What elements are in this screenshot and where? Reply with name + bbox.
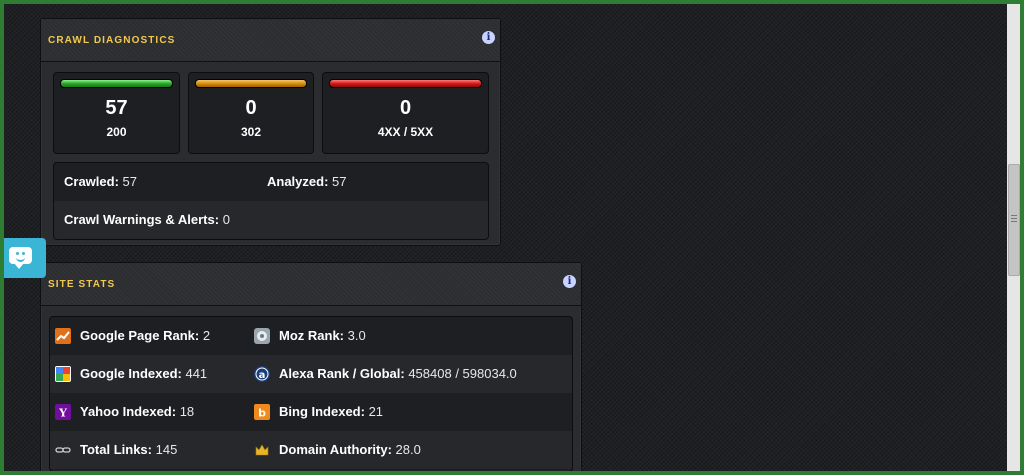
total-links-stat: Total Links: 145 xyxy=(80,431,177,469)
bing-icon: b xyxy=(254,404,270,420)
site-stats-row: Google Page Rank: 2 Moz Rank: 3.0 xyxy=(50,317,572,355)
chat-eye xyxy=(16,252,19,255)
stat-label: Moz Rank: xyxy=(279,328,344,343)
stat-value: 18 xyxy=(179,404,195,419)
grip-line xyxy=(1011,221,1017,222)
analyzed-value: 57 xyxy=(332,174,347,189)
stat-value: 28.0 xyxy=(395,442,421,457)
stat-label: Google Indexed: xyxy=(80,366,182,381)
status-bar-orange xyxy=(195,79,307,88)
stat-label: Total Links: xyxy=(80,442,152,457)
analyzed-label: Analyzed: xyxy=(267,174,329,189)
crawl-diagnostics-header: CRAWL DIAGNOSTICS i xyxy=(41,19,500,62)
status-count: 0 xyxy=(399,97,412,119)
yahoo-icon: Y xyxy=(55,404,71,420)
google-indexed-stat: Google Indexed: 441 xyxy=(80,355,207,393)
status-bar-red xyxy=(329,79,482,88)
google-page-rank-stat: Google Page Rank: 2 xyxy=(80,317,210,355)
moz-icon xyxy=(254,328,270,344)
stat-value: 3.0 xyxy=(347,328,366,343)
crawl-summary-row: Crawled: 57 Analyzed: 57 xyxy=(54,163,488,201)
chat-widget-button[interactable] xyxy=(4,238,46,278)
scrollbar-thumb[interactable] xyxy=(1008,164,1020,276)
crawl-summary-row: Crawl Warnings & Alerts: 0 xyxy=(54,201,488,239)
status-bar-green xyxy=(60,79,173,88)
crawled-value: 57 xyxy=(122,174,137,189)
vertical-scrollbar[interactable] xyxy=(1007,4,1020,471)
svg-text:Y: Y xyxy=(58,407,67,420)
chat-eye xyxy=(22,252,25,255)
crawl-summary-box: Crawled: 57 Analyzed: 57 Crawl Warnings … xyxy=(53,162,489,240)
chart-trend-icon xyxy=(55,328,71,344)
grip-line xyxy=(1011,215,1017,216)
chat-smile xyxy=(16,256,25,262)
status-label: 4XX / 5XX xyxy=(377,125,434,139)
status-card-302: 0 302 xyxy=(188,72,314,154)
stat-label: Domain Authority: xyxy=(279,442,392,457)
svg-text:b: b xyxy=(258,407,266,420)
crown-icon xyxy=(254,442,270,458)
stat-label: Google Page Rank: xyxy=(80,328,200,343)
status-count: 0 xyxy=(245,97,257,119)
site-stats-box: Google Page Rank: 2 Moz Rank: 3.0 Google… xyxy=(49,316,573,471)
crawl-diagnostics-title: CRAWL DIAGNOSTICS xyxy=(48,35,176,46)
site-stats-row: Total Links: 145 Domain Authority: 28.0 xyxy=(50,431,572,469)
bing-indexed-stat: Bing Indexed: 21 xyxy=(279,393,383,431)
status-label: 200 xyxy=(106,125,127,139)
status-card-4xx-5xx: 0 4XX / 5XX xyxy=(322,72,489,154)
chat-bubble-tail xyxy=(14,263,24,269)
site-stats-title: SITE STATS xyxy=(48,279,116,290)
site-stats-panel: SITE STATS i Google Page Rank: 2 Moz Ran… xyxy=(40,262,582,471)
analyzed-stat: Analyzed: 57 xyxy=(267,163,347,201)
status-card-200: 57 200 xyxy=(53,72,180,154)
status-count: 57 xyxy=(105,97,128,119)
svg-text:a: a xyxy=(259,370,266,381)
stat-value: 2 xyxy=(202,328,211,343)
status-label: 302 xyxy=(240,125,262,139)
crawled-label: Crawled: xyxy=(64,174,119,189)
grip-line xyxy=(1011,218,1017,219)
info-icon[interactable]: i xyxy=(563,275,576,288)
chat-bubble-icon xyxy=(9,247,32,264)
dashboard-frame: CRAWL DIAGNOSTICS i 57 200 0 302 0 4XX /… xyxy=(4,4,1020,471)
stat-value: 145 xyxy=(155,442,178,457)
alexa-rank-stat: Alexa Rank / Global: 458408 / 598034.0 xyxy=(279,355,517,393)
moz-rank-stat: Moz Rank: 3.0 xyxy=(279,317,366,355)
stat-label: Bing Indexed: xyxy=(279,404,365,419)
stat-value: 458408 / 598034.0 xyxy=(408,366,517,381)
warnings-stat: Crawl Warnings & Alerts: 0 xyxy=(64,201,230,239)
link-icon xyxy=(55,442,71,458)
crawled-stat: Crawled: 57 xyxy=(64,163,137,201)
warnings-label: Crawl Warnings & Alerts: xyxy=(64,212,220,227)
stat-value: 441 xyxy=(185,366,208,381)
site-stats-row: Y Yahoo Indexed: 18 b Bing Indexed: 21 xyxy=(50,393,572,431)
yahoo-indexed-stat: Yahoo Indexed: 18 xyxy=(80,393,194,431)
stat-value: 21 xyxy=(368,404,384,419)
stat-label: Yahoo Indexed: xyxy=(80,404,177,419)
alexa-icon: a xyxy=(254,366,270,382)
info-icon[interactable]: i xyxy=(482,31,495,44)
site-stats-header: SITE STATS i xyxy=(41,263,581,306)
domain-authority-stat: Domain Authority: 28.0 xyxy=(279,431,421,469)
warnings-value: 0 xyxy=(222,212,230,227)
crawl-diagnostics-panel: CRAWL DIAGNOSTICS i 57 200 0 302 0 4XX /… xyxy=(40,18,501,246)
site-stats-row: Google Indexed: 441 a Alexa Rank / Globa… xyxy=(50,355,572,393)
stat-label: Alexa Rank / Global: xyxy=(279,366,405,381)
google-icon xyxy=(55,366,71,382)
